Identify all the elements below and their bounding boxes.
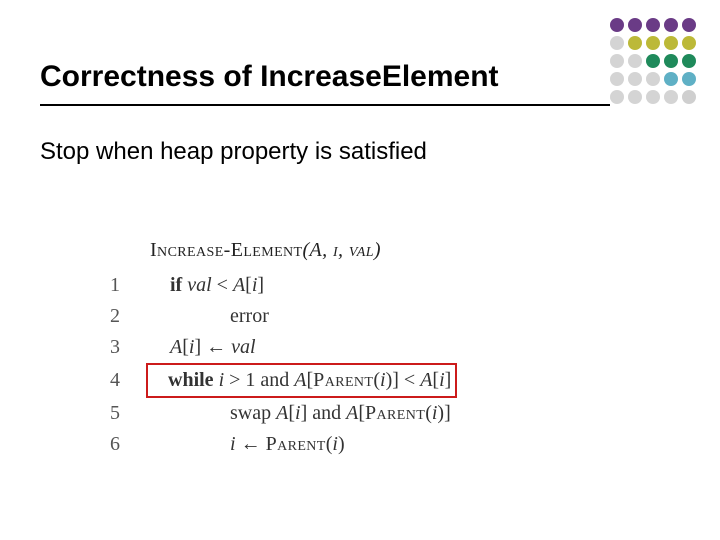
code-line: 5 swap A[i] and A[Parent(i)]: [110, 398, 457, 429]
dot-logo: [610, 18, 696, 104]
logo-dot: [628, 36, 642, 50]
code-text: A[i] ← val: [150, 332, 256, 363]
logo-dot: [664, 54, 678, 68]
logo-dot: [682, 36, 696, 50]
line-number: 5: [110, 398, 150, 429]
pseudocode-block: Increase-Element(A, i, val) 1 if val < A…: [110, 235, 457, 460]
code-line: 1 if val < A[i]: [110, 270, 457, 301]
logo-dot: [628, 90, 642, 104]
logo-dot: [628, 72, 642, 86]
code-text: i ← Parent(i): [150, 429, 345, 460]
code-text: swap A[i] and A[Parent(i)]: [150, 398, 451, 429]
code-line: 6 i ← Parent(i): [110, 429, 457, 460]
logo-dot: [664, 18, 678, 32]
logo-dot: [646, 18, 660, 32]
logo-dot: [628, 18, 642, 32]
highlighted-code-text: while i > 1 and A[Parent(i)] < A[i]: [146, 363, 457, 398]
line-number: 3: [110, 332, 150, 363]
logo-dot: [646, 36, 660, 50]
code-line: 2 error: [110, 301, 457, 332]
line-number: 2: [110, 301, 150, 332]
procedure-signature: Increase-Element(A, i, val): [150, 235, 457, 266]
logo-dot: [682, 72, 696, 86]
logo-dot: [646, 90, 660, 104]
title-divider: [40, 104, 610, 106]
logo-dot: [682, 54, 696, 68]
line-number: 1: [110, 270, 150, 301]
logo-dot: [610, 90, 624, 104]
page-title: Correctness of IncreaseElement: [40, 60, 499, 94]
logo-dot: [610, 36, 624, 50]
procedure-args: (A, i, val): [303, 239, 381, 261]
code-line: 4 while i > 1 and A[Parent(i)] < A[i]: [110, 363, 457, 398]
subheading: Stop when heap property is satisfied: [40, 138, 427, 166]
logo-dot: [610, 18, 624, 32]
procedure-name: Increase-Element: [150, 239, 303, 261]
code-line: 3 A[i] ← val: [110, 332, 457, 363]
logo-dot: [664, 90, 678, 104]
logo-dot: [610, 54, 624, 68]
logo-dot: [646, 72, 660, 86]
code-text: error: [150, 301, 269, 332]
line-number: 4: [110, 365, 150, 396]
line-number: 6: [110, 429, 150, 460]
logo-dot: [682, 18, 696, 32]
logo-dot: [664, 36, 678, 50]
logo-dot: [628, 54, 642, 68]
logo-dot: [610, 72, 624, 86]
code-text: if val < A[i]: [150, 270, 264, 301]
logo-dot: [646, 54, 660, 68]
logo-dot: [682, 90, 696, 104]
logo-dot: [664, 72, 678, 86]
